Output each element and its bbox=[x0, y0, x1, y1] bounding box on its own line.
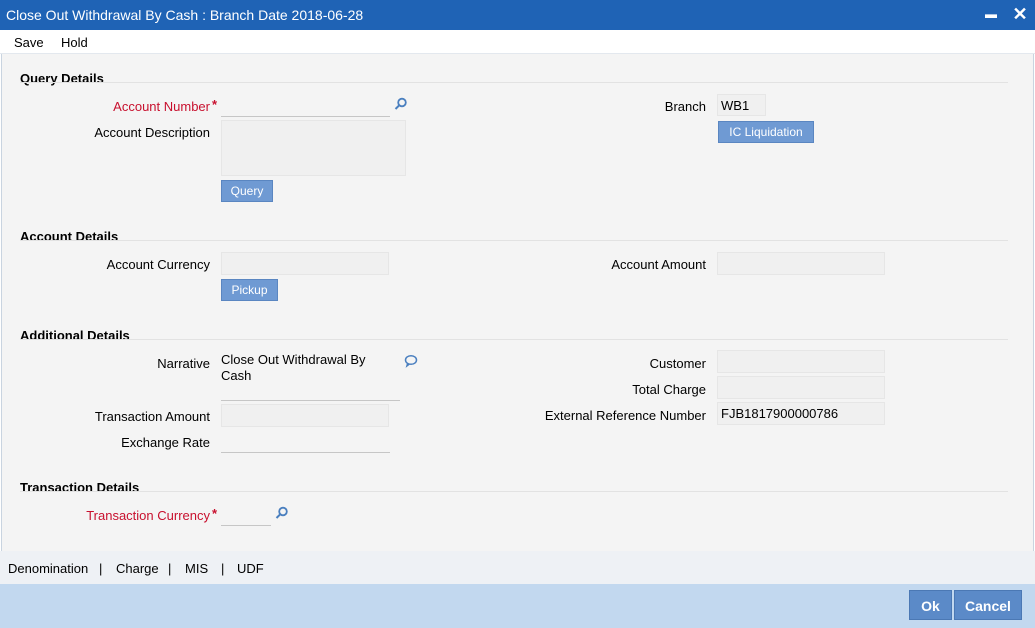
footer-bar: Ok Cancel bbox=[0, 584, 1035, 628]
account-number-label: Account Number bbox=[113, 99, 210, 114]
search-icon[interactable] bbox=[275, 506, 289, 520]
account-description-label: Account Description bbox=[94, 125, 210, 140]
cancel-button[interactable]: Cancel bbox=[954, 590, 1022, 620]
external-reference-field: FJB1817900000786 bbox=[717, 402, 885, 425]
transaction-details-heading: Transaction Details bbox=[20, 480, 140, 495]
total-charge-field bbox=[717, 376, 885, 399]
total-charge-label: Total Charge bbox=[632, 382, 706, 397]
account-number-input[interactable] bbox=[221, 95, 390, 117]
hold-menu-item[interactable]: Hold bbox=[61, 35, 88, 50]
transaction-amount-label: Transaction Amount bbox=[94, 409, 210, 424]
narrative-line-2: Cash bbox=[221, 368, 252, 383]
required-marker: * bbox=[212, 97, 218, 112]
exchange-rate-label: Exchange Rate bbox=[121, 435, 210, 450]
external-reference-value: FJB1817900000786 bbox=[721, 406, 839, 421]
pickup-button[interactable]: Pickup bbox=[221, 279, 278, 301]
narrative-input[interactable]: Close Out Withdrawal By Cash bbox=[221, 350, 400, 401]
required-marker: * bbox=[212, 506, 218, 521]
exchange-rate-input[interactable] bbox=[221, 430, 390, 453]
divider bbox=[20, 339, 1008, 340]
tab-denomination[interactable]: Denomination bbox=[8, 561, 88, 576]
tab-mis[interactable]: MIS bbox=[185, 561, 208, 576]
branch-label: Branch bbox=[664, 99, 706, 114]
ok-button[interactable]: Ok bbox=[909, 590, 952, 620]
ic-liquidation-button[interactable]: IC Liquidation bbox=[718, 121, 814, 143]
tab-separator: | bbox=[99, 561, 103, 576]
window-titlebar: Close Out Withdrawal By Cash : Branch Da… bbox=[0, 0, 1035, 30]
account-amount-label: Account Amount bbox=[611, 257, 706, 272]
account-currency-label: Account Currency bbox=[106, 257, 210, 272]
divider bbox=[20, 240, 1008, 241]
additional-details-heading: Additional Details bbox=[20, 328, 130, 343]
save-menu-item[interactable]: Save bbox=[14, 35, 44, 50]
account-description-textarea[interactable] bbox=[221, 120, 406, 176]
comment-icon[interactable] bbox=[404, 354, 418, 368]
branch-value: WB1 bbox=[721, 98, 750, 113]
account-currency-field bbox=[221, 252, 389, 275]
account-details-heading: Account Details bbox=[20, 229, 119, 244]
customer-label: Customer bbox=[649, 356, 706, 371]
tab-charge[interactable]: Charge bbox=[116, 561, 159, 576]
branch-field: WB1 bbox=[717, 94, 766, 116]
divider bbox=[20, 491, 1008, 492]
menu-bar: Save Hold bbox=[0, 30, 1035, 54]
subsystem-tab-bar: Denomination | Charge | MIS | UDF bbox=[0, 551, 1035, 584]
window-title: Close Out Withdrawal By Cash : Branch Da… bbox=[6, 7, 364, 23]
customer-field bbox=[717, 350, 885, 373]
query-button[interactable]: Query bbox=[221, 180, 273, 202]
search-icon[interactable] bbox=[394, 97, 408, 111]
tab-udf[interactable]: UDF bbox=[237, 561, 264, 576]
transaction-amount-field bbox=[221, 404, 389, 427]
tab-separator: | bbox=[168, 561, 172, 576]
narrative-label: Narrative bbox=[157, 356, 210, 371]
query-details-heading: Query Details bbox=[20, 71, 104, 86]
external-reference-label: External Reference Number bbox=[544, 408, 706, 423]
divider bbox=[20, 82, 1008, 83]
close-icon[interactable]: ✕ bbox=[1009, 3, 1031, 25]
minimize-icon[interactable]: ▬ bbox=[980, 3, 1002, 25]
narrative-line-1: Close Out Withdrawal By bbox=[221, 352, 366, 367]
transaction-currency-label: Transaction Currency bbox=[86, 508, 210, 523]
account-amount-field bbox=[717, 252, 885, 275]
tab-separator: | bbox=[221, 561, 225, 576]
transaction-currency-input[interactable] bbox=[221, 503, 271, 526]
